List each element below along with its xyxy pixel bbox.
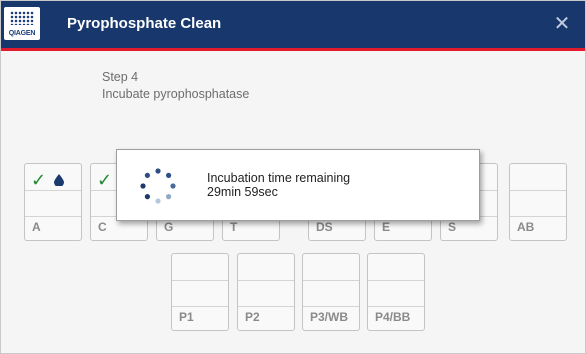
step-description: Incubate pyrophosphatase [102, 87, 250, 101]
loading-spinner-icon [140, 168, 176, 204]
check-icon: ✓ [97, 170, 113, 190]
reagent-label: P3/WB [310, 310, 349, 324]
drop-icon [54, 174, 65, 186]
logo-text: QIAGEN [8, 30, 36, 37]
incubation-label: Incubation time remaining [207, 171, 351, 185]
logo-dots [10, 11, 34, 25]
reagent-cell-ab[interactable]: AB [509, 163, 567, 241]
reagent-label: DS [316, 220, 333, 234]
step-info: Step 4 Incubate pyrophosphatase [102, 69, 249, 103]
reagent-label: C [98, 220, 107, 234]
close-icon[interactable]: ✕ [549, 11, 575, 37]
reagent-label: P4/BB [375, 310, 411, 324]
reagent-label: P2 [245, 310, 260, 324]
incubation-message: Incubation time remaining 29min 59sec [207, 171, 350, 199]
reagent-label: T [230, 220, 238, 234]
reagent-label: E [382, 220, 391, 234]
check-icon: ✓ [31, 170, 47, 190]
reagent-label: P1 [179, 310, 194, 324]
app-window: QIAGEN Pyrophosphate Clean ✕ Step 4 Incu… [0, 0, 586, 354]
reagent-cell-p4-bb[interactable]: P4/BB [367, 253, 425, 331]
step-number: Step 4 [102, 70, 139, 84]
reagent-label: G [164, 220, 174, 234]
title-bar: QIAGEN Pyrophosphate Clean ✕ [1, 1, 585, 51]
qiagen-logo: QIAGEN [4, 7, 40, 40]
reagent-cell-p2[interactable]: P2 [237, 253, 295, 331]
reagent-cell-p3-wb[interactable]: P3/WB [302, 253, 360, 331]
reagent-label: AB [517, 220, 535, 234]
reagent-cell-p1[interactable]: P1 [171, 253, 229, 331]
incubation-time: 29min 59sec [207, 185, 278, 199]
reagent-label: S [448, 220, 457, 234]
reagent-cell-a[interactable]: ✓ A [24, 163, 82, 241]
reagent-label: A [32, 220, 41, 234]
page-title: Pyrophosphate Clean [67, 15, 222, 32]
incubation-dialog: Incubation time remaining 29min 59sec [116, 149, 480, 221]
